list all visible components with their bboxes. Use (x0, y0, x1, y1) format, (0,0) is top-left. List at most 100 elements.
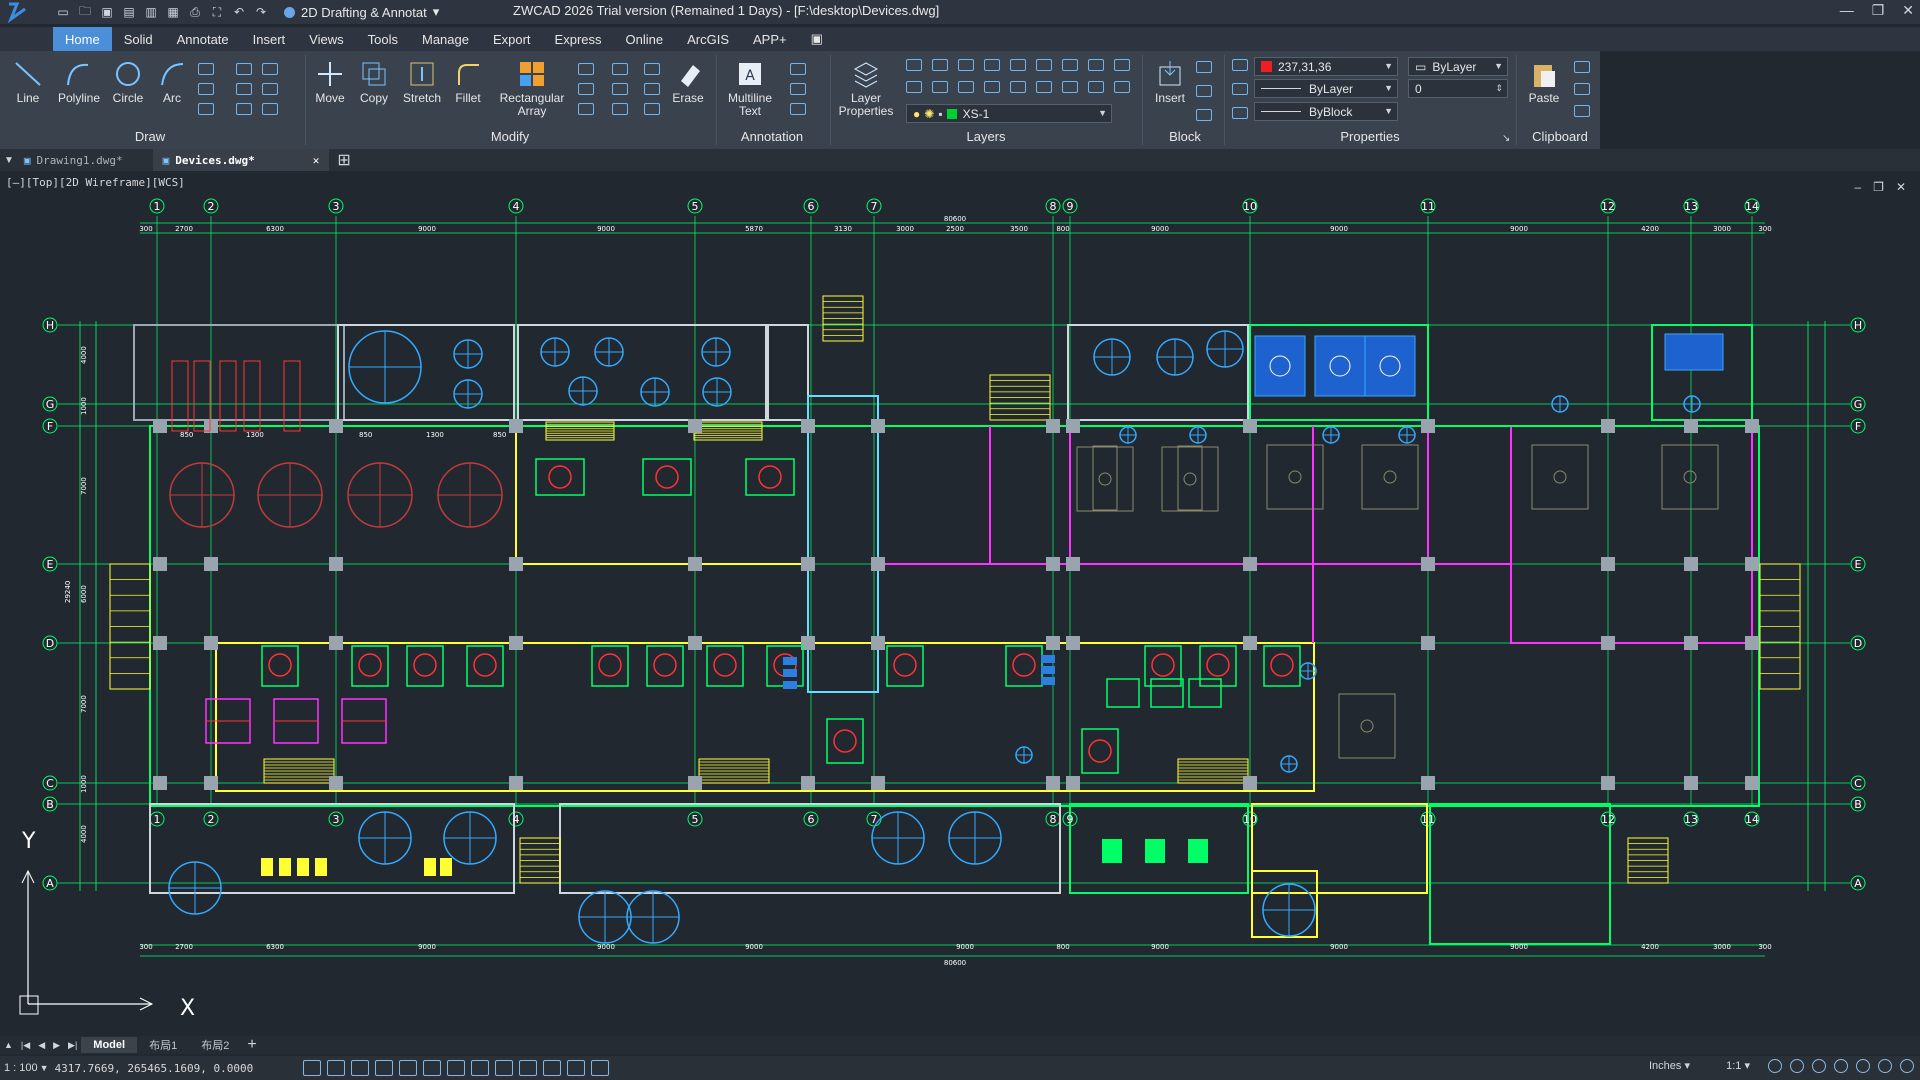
nav-prev-icon[interactable]: |◀ (21, 1040, 30, 1051)
tab-arcgis[interactable]: ArcGIS (675, 27, 741, 51)
auto-scale-icon[interactable] (1790, 1059, 1804, 1073)
copy-clip-icon[interactable] (1574, 83, 1590, 95)
dynamic-ucs-icon[interactable] (447, 1060, 466, 1076)
join-icon[interactable] (644, 83, 660, 95)
doc-tab-devices[interactable]: ▣ Devices.dwg* ✕ (152, 149, 330, 171)
open-folder-icon[interactable]: 🗀 (76, 4, 94, 20)
lineweight-toggle-icon[interactable] (495, 1060, 514, 1076)
layout-tab-model[interactable]: Model (81, 1037, 138, 1053)
layer-tool-icon[interactable] (1036, 59, 1052, 71)
scale-icon[interactable] (612, 83, 628, 95)
tab-menu-icon[interactable]: ▼ (4, 155, 14, 166)
zoom-extents-icon[interactable]: ⛶ (208, 4, 226, 20)
layer-tool-icon[interactable] (1010, 81, 1026, 93)
save-all-icon[interactable]: ▥ (142, 4, 160, 20)
dynamic-input-icon[interactable] (471, 1060, 490, 1076)
explode-icon[interactable] (612, 103, 628, 115)
layer-properties-button[interactable]: Layer Properties (836, 59, 896, 118)
hatch-icon[interactable] (236, 83, 252, 95)
layer-tool-icon[interactable] (984, 59, 1000, 71)
annotation-visibility-icon[interactable] (1768, 1059, 1782, 1073)
drawing-canvas[interactable]: 11223344556677889910101111121213131414H H… (0, 171, 1920, 1035)
point-icon[interactable] (198, 83, 214, 95)
save-icon[interactable]: ▣ (98, 4, 116, 20)
edit-block-icon[interactable] (1196, 85, 1212, 97)
rectangular-array-button[interactable]: Rectangular Array (492, 59, 572, 118)
layer-tool-icon[interactable] (1036, 81, 1052, 93)
color-dropdown[interactable]: 237,31,36 ▼ (1254, 57, 1398, 76)
tab-tools[interactable]: Tools (356, 27, 410, 51)
line-button[interactable]: Line (10, 59, 46, 105)
nav-back-icon[interactable]: ◀ (38, 1040, 45, 1051)
scale-dropdown-icon[interactable]: ▼ (40, 1063, 49, 1073)
tab-online[interactable]: Online (614, 27, 676, 51)
nav-first-icon[interactable]: ▲ (4, 1040, 13, 1050)
donut-icon[interactable] (236, 103, 252, 115)
table-icon[interactable] (790, 103, 806, 115)
ellipse-icon[interactable] (198, 63, 214, 75)
leader-icon[interactable] (790, 83, 806, 95)
layer-tool-icon[interactable] (1062, 81, 1078, 93)
customize-menu-icon[interactable] (1900, 1059, 1914, 1073)
tab-home[interactable]: Home (53, 27, 112, 51)
linetype-icon[interactable] (1232, 83, 1248, 95)
copy-button[interactable]: Copy (356, 59, 392, 105)
layer-tool-icon[interactable] (958, 81, 974, 93)
fillet-button[interactable]: Fillet (450, 59, 486, 105)
transparency-toggle-icon[interactable] (519, 1060, 538, 1076)
layer-dropdown[interactable]: ● ✺ ▪ XS-1 ▼ (906, 104, 1112, 123)
close-icon[interactable]: ✕ (313, 154, 320, 167)
stretch-button[interactable]: Stretch (400, 59, 444, 105)
selection-cycle-icon[interactable] (543, 1060, 562, 1076)
object-snap-icon[interactable] (399, 1060, 418, 1076)
lineweight-icon[interactable] (1232, 107, 1248, 119)
offset-icon[interactable] (578, 83, 594, 95)
snap-mode-icon[interactable] (303, 1060, 322, 1076)
zwcad-logo[interactable] (0, 0, 34, 24)
add-layout-icon[interactable]: + (247, 1036, 256, 1054)
spline-icon[interactable] (236, 63, 252, 75)
workspace-selector[interactable]: 2D Drafting & Annotat ▾ (284, 4, 439, 20)
multiline-text-button[interactable]: A Multiline Text (722, 59, 778, 118)
polyline-button[interactable]: Polyline (54, 59, 104, 105)
ortho-mode-icon[interactable] (351, 1060, 370, 1076)
layer-tool-icon[interactable] (906, 59, 922, 71)
match-properties-icon[interactable] (1232, 59, 1248, 71)
print-preview-icon[interactable]: ▦ (164, 4, 182, 20)
ribbon-toggle-icon[interactable]: ▣ (799, 27, 835, 51)
layer-tool-icon[interactable] (906, 81, 922, 93)
tab-app-plus[interactable]: APP+ (741, 27, 799, 51)
cut-icon[interactable] (1574, 61, 1590, 73)
move-button[interactable]: Move (312, 59, 348, 105)
fullscreen-icon[interactable] (1878, 1059, 1892, 1073)
new-file-icon[interactable]: ▭ (54, 4, 72, 20)
maximize-icon[interactable]: ❐ (1872, 2, 1885, 19)
layer-tool-icon[interactable] (1114, 81, 1130, 93)
print-icon[interactable]: ⎙ (186, 4, 204, 20)
layer-tool-icon[interactable] (1088, 59, 1104, 71)
workspace-switch-icon[interactable] (1812, 1059, 1826, 1073)
nav-forward-icon[interactable]: ▶ (53, 1040, 60, 1051)
insert-block-button[interactable]: Insert (1148, 59, 1192, 105)
model-space-icon[interactable] (591, 1060, 610, 1076)
layout-tab-2[interactable]: 布局2 (189, 1037, 241, 1053)
redo-icon[interactable]: ↷ (252, 4, 270, 20)
layer-tool-icon[interactable] (984, 81, 1000, 93)
isolate-objects-icon[interactable] (1856, 1059, 1870, 1073)
tab-export[interactable]: Export (481, 27, 543, 51)
transparency-field[interactable]: 0 ⇕ (1408, 79, 1508, 98)
undo-icon[interactable]: ↶ (230, 4, 248, 20)
layer-tool-icon[interactable] (1088, 81, 1104, 93)
annotation-monitor-icon[interactable] (567, 1060, 586, 1076)
layer-tool-icon[interactable] (1114, 59, 1130, 71)
tab-views[interactable]: Views (297, 27, 355, 51)
match-icon[interactable] (1574, 105, 1590, 117)
rectangle-icon[interactable] (198, 103, 214, 115)
region-icon[interactable] (262, 63, 278, 75)
grid-display-icon[interactable] (327, 1060, 346, 1076)
break-icon[interactable] (644, 63, 660, 75)
scale-readout[interactable]: 1 : 100 (4, 1062, 38, 1074)
linear-dimension-icon[interactable] (790, 63, 806, 75)
close-icon[interactable]: ✕ (1902, 2, 1914, 19)
polar-tracking-icon[interactable] (375, 1060, 394, 1076)
